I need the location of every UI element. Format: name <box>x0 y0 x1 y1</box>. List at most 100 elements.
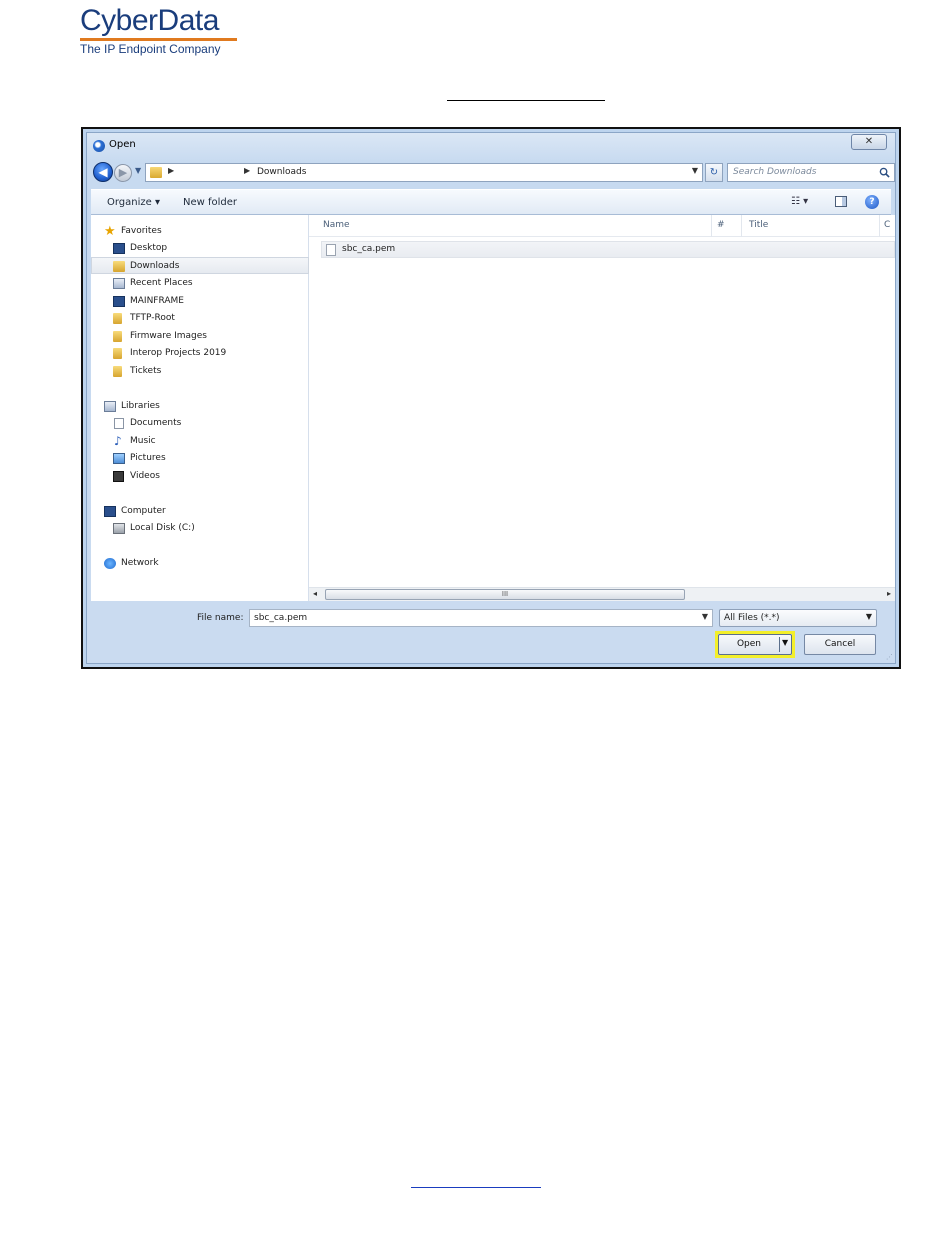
open-options-dropdown-icon[interactable]: ▼ <box>782 638 788 647</box>
column-divider[interactable] <box>879 215 880 237</box>
folder-icon <box>113 331 122 342</box>
organize-menu[interactable]: Organize ▾ <box>107 197 160 208</box>
dialog-body: Open ✕ ◀ ▶ ▼ ▶ ▶ Downloads ▼ ↻ Search Do… <box>86 132 896 664</box>
nav-local-disk[interactable]: Local Disk (C:) <box>91 520 309 537</box>
preview-pane-icon[interactable] <box>835 196 847 207</box>
file-name-label: File name: <box>197 613 244 623</box>
resize-grip-icon[interactable]: ⋰ <box>886 653 893 661</box>
videos-icon <box>113 471 124 482</box>
search-icon[interactable] <box>879 167 890 178</box>
breadcrumb-current[interactable]: Downloads <box>257 167 306 177</box>
nav-label: Libraries <box>121 401 160 411</box>
nav-favorites[interactable]: ★ Favorites <box>91 223 309 240</box>
search-input[interactable]: Search Downloads <box>727 163 895 182</box>
documents-icon <box>114 418 124 429</box>
open-split-divider <box>779 637 780 652</box>
help-icon[interactable]: ? <box>865 195 879 209</box>
folder-icon <box>113 313 122 324</box>
column-contributing[interactable]: C <box>884 220 890 230</box>
folder-icon <box>113 348 122 359</box>
open-button[interactable]: Open ▼ <box>718 634 792 655</box>
file-name[interactable]: sbc_ca.pem <box>342 244 395 254</box>
breadcrumb-arrow-icon[interactable]: ▶ <box>168 166 174 175</box>
history-dropdown-icon[interactable]: ▼ <box>135 166 141 175</box>
nav-videos[interactable]: Videos <box>91 468 309 485</box>
scroll-right-icon[interactable]: ▸ <box>887 589 891 598</box>
back-button[interactable]: ◀ <box>93 162 113 182</box>
file-type-select[interactable]: All Files (*.*) ▼ <box>719 609 877 627</box>
new-folder-button[interactable]: New folder <box>183 197 237 208</box>
nav-pictures[interactable]: Pictures <box>91 450 309 467</box>
dialog-title: Open <box>109 139 136 150</box>
scroll-thumb[interactable]: III <box>325 589 685 600</box>
nav-tftp-root[interactable]: TFTP-Root <box>91 310 309 327</box>
computer-icon <box>104 506 116 517</box>
downloads-folder-icon <box>113 261 125 272</box>
heading-underline <box>447 100 605 101</box>
column-divider[interactable] <box>741 215 742 237</box>
nav-network[interactable]: Network <box>91 555 309 572</box>
nav-label: Network <box>121 558 159 568</box>
nav-label: Pictures <box>130 453 166 463</box>
nav-firmware-images[interactable]: Firmware Images <box>91 328 309 345</box>
address-dropdown-icon[interactable]: ▼ <box>692 166 698 175</box>
nav-tickets[interactable]: Tickets <box>91 363 309 380</box>
navigation-pane: ★ Favorites Desktop Downloads Recent Pla… <box>91 215 309 601</box>
horizontal-scrollbar[interactable]: ◂ III ▸ <box>309 587 895 601</box>
forward-button[interactable]: ▶ <box>114 164 132 182</box>
file-icon <box>326 244 336 256</box>
nav-label: Documents <box>130 418 182 428</box>
footer-link-underline <box>411 1187 541 1188</box>
nav-libraries[interactable]: Libraries <box>91 398 309 415</box>
scroll-left-icon[interactable]: ◂ <box>313 589 317 598</box>
file-type-value[interactable]: All Files (*.*) <box>724 613 780 623</box>
nav-recent-places[interactable]: Recent Places <box>91 275 309 292</box>
music-icon: ♪ <box>114 434 122 448</box>
column-name[interactable]: Name <box>323 220 350 230</box>
folder-icon <box>150 167 162 178</box>
change-view-icon[interactable]: ☷ ▾ <box>791 196 808 207</box>
nav-label: Music <box>130 436 156 446</box>
close-button[interactable]: ✕ <box>851 134 887 150</box>
libraries-icon <box>104 401 116 412</box>
file-name-dropdown-icon[interactable]: ▼ <box>702 612 708 621</box>
nav-label: Downloads <box>130 261 180 271</box>
network-icon <box>104 558 116 569</box>
breadcrumb-arrow-icon[interactable]: ▶ <box>244 166 250 175</box>
pictures-icon <box>113 453 125 464</box>
logo-brand: CyberData <box>80 4 219 37</box>
command-toolbar: Organize ▾ New folder ☷ ▾ ? <box>91 189 891 215</box>
cancel-button[interactable]: Cancel <box>804 634 876 655</box>
desktop-icon <box>113 243 125 254</box>
nav-desktop[interactable]: Desktop <box>91 240 309 257</box>
cyberdata-logo: CyberData The IP Endpoint Company <box>80 4 240 56</box>
file-name-value[interactable]: sbc_ca.pem <box>254 613 307 623</box>
address-row: ◀ ▶ ▼ ▶ ▶ Downloads ▼ ↻ Search Downloads <box>91 161 895 185</box>
column-number[interactable]: # <box>717 220 725 230</box>
logo-tagline: The IP Endpoint Company <box>80 42 221 56</box>
column-divider[interactable] <box>711 215 712 237</box>
open-button-label[interactable]: Open <box>719 639 779 649</box>
nav-label: Interop Projects 2019 <box>130 348 227 358</box>
address-bar[interactable]: ▶ ▶ Downloads ▼ <box>145 163 703 182</box>
nav-music[interactable]: ♪ Music <box>91 433 309 450</box>
column-title[interactable]: Title <box>749 220 768 230</box>
local-disk-icon <box>113 523 125 534</box>
file-row[interactable]: sbc_ca.pem <box>321 241 895 258</box>
nav-label: Favorites <box>121 226 162 236</box>
nav-label: Computer <box>121 506 166 516</box>
nav-downloads[interactable]: Downloads <box>91 257 309 274</box>
nav-label: Desktop <box>130 243 168 253</box>
nav-documents[interactable]: Documents <box>91 415 309 432</box>
app-icon <box>93 140 105 152</box>
logo-rule <box>80 38 237 41</box>
file-name-input[interactable]: sbc_ca.pem ▼ <box>249 609 713 627</box>
nav-label: Recent Places <box>130 278 193 288</box>
dialog-titlebar: Open ✕ <box>87 133 895 157</box>
file-type-dropdown-icon[interactable]: ▼ <box>866 612 872 621</box>
nav-computer[interactable]: Computer <box>91 503 309 520</box>
nav-interop-projects[interactable]: Interop Projects 2019 <box>91 345 309 362</box>
refresh-button[interactable]: ↻ <box>705 163 723 182</box>
nav-mainframe[interactable]: MAINFRAME <box>91 293 309 310</box>
recent-places-icon <box>113 278 125 289</box>
